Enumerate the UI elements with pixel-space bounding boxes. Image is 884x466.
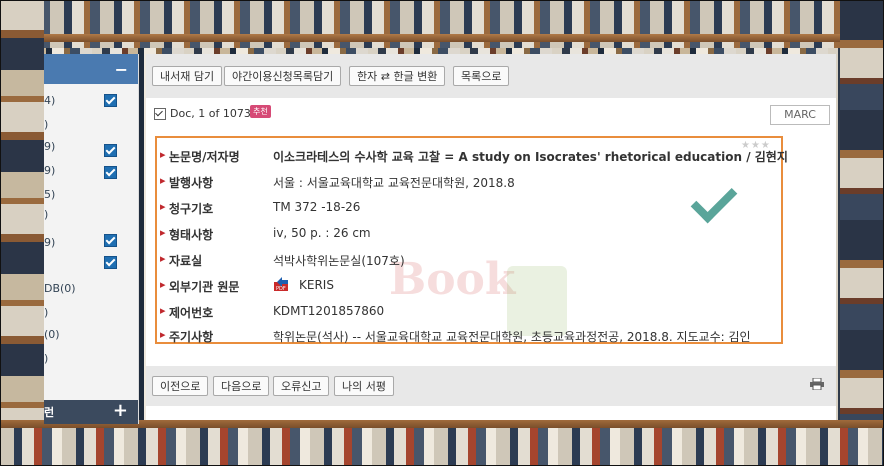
publication-value: 서울 : 서울교육대학교 교육전문대학원, 2018.8 [273,176,515,190]
facet-item[interactable]: 4) [44,92,138,110]
facet-item[interactable]: 9) [44,234,138,269]
bottom-toolbar: 이전으로 다음으로 오류신고 나의 서평 [146,366,836,406]
record-row-external-original: 외부기관 원문 PDF KERIS [157,272,781,298]
record-row-location: 자료실 석박사학위논문실(107호) [157,246,781,272]
facet-item[interactable]: 5) [44,186,138,204]
bookshelf-bottom [0,420,884,466]
doc-position-label: Doc, 1 of 1073 [170,107,251,120]
facet-checkbox[interactable] [104,94,117,107]
facet-item[interactable]: 9) [44,162,138,180]
facet-sidebar: − 4) ) 9) 9) 5) ) 9) DB(0) ) (0) ) 런 + [44,54,139,424]
facet-item[interactable]: DB(0) [44,280,138,298]
facet-checkbox[interactable] [104,144,117,157]
record-detail-panel: 내서재 담기 야간이용신청목록담기 한자 ⇄ 한글 변환 목록으로 Doc, 1… [146,54,836,420]
recommended-badge: 추천 [250,105,271,118]
control-number-value: KDMT1201857860 [273,304,385,318]
next-button[interactable]: 다음으로 [213,376,270,396]
sidebar-footer: 런 + [44,400,138,424]
facet-item[interactable]: 9) [44,138,138,157]
facet-checkbox[interactable] [104,256,117,269]
record-row-title-author: 논문명/저자명 이소크라테스의 수사학 교육 고찰 = A study on I… [157,140,788,168]
physical-description-value: iv, 50 p. : 26 cm [273,226,371,240]
facet-checkbox[interactable] [104,166,117,179]
record-row-physical: 형태사항 iv, 50 p. : 26 cm [157,220,781,246]
location-value: 석박사학위논문실(107호) [273,254,405,268]
record-row-control-number: 제어번호 KDMT1201857860 [157,298,781,324]
title-author-value: 이소크라테스의 수사학 교육 고찰 = A study on Isocrates… [273,150,788,164]
hanja-hangul-convert-button[interactable]: 한자 ⇄ 한글 변환 [349,66,446,86]
sidebar-header: − [44,54,138,84]
marc-button[interactable]: MARC [770,105,830,125]
report-error-button[interactable]: 오류신고 [273,376,330,396]
collapse-icon[interactable]: − [115,60,128,79]
svg-text:PDF: PDF [276,286,286,292]
record-details-box: Book 논문명/저자명 이소크라테스의 수사학 교육 고찰 = A study… [155,136,788,344]
facet-item[interactable]: ) [44,116,138,134]
record-row-notes: 주기사항 학위논문(석사) -- 서울교육대학교 교육전문대학원, 초등교육과정… [157,322,781,348]
keris-link[interactable]: KERIS [299,278,334,292]
record-row-publication: 발행사항 서울 : 서울교육대학교 교육전문대학원, 2018.8 [157,168,781,194]
facet-item[interactable]: (0) [44,326,138,344]
facet-item[interactable]: ) [44,304,138,322]
add-to-my-library-button[interactable]: 내서재 담기 [152,66,223,86]
call-number-value: TM 372 -18-26 [273,200,361,214]
back-to-list-button[interactable]: 목록으로 [453,66,510,86]
my-review-button[interactable]: 나의 서평 [334,376,394,396]
pdf-link-icon[interactable]: PDF [273,275,291,293]
facet-item[interactable]: ) [44,350,138,368]
top-toolbar: 내서재 담기 야간이용신청목록담기 한자 ⇄ 한글 변환 목록으로 [146,54,836,98]
sidebar-footer-label: 런 [44,406,55,419]
bookshelf-top [0,0,884,48]
doc-select-checkbox[interactable] [154,108,166,120]
previous-button[interactable]: 이전으로 [152,376,209,396]
rating-stars: ★★★ [741,140,771,151]
night-loan-request-button[interactable]: 야간이용신청목록담기 [224,66,342,86]
bookshelf-right [840,0,884,466]
expand-icon[interactable]: + [113,400,128,421]
bookshelf-left [0,0,44,466]
record-row-call-number: 청구기호 TM 372 -18-26 [157,194,781,220]
print-icon[interactable] [810,377,824,391]
notes-value: 학위논문(석사) -- 서울교육대학교 교육전문대학원, 초등교육과정전공, 2… [273,330,751,344]
facet-item[interactable]: ) [44,206,138,247]
